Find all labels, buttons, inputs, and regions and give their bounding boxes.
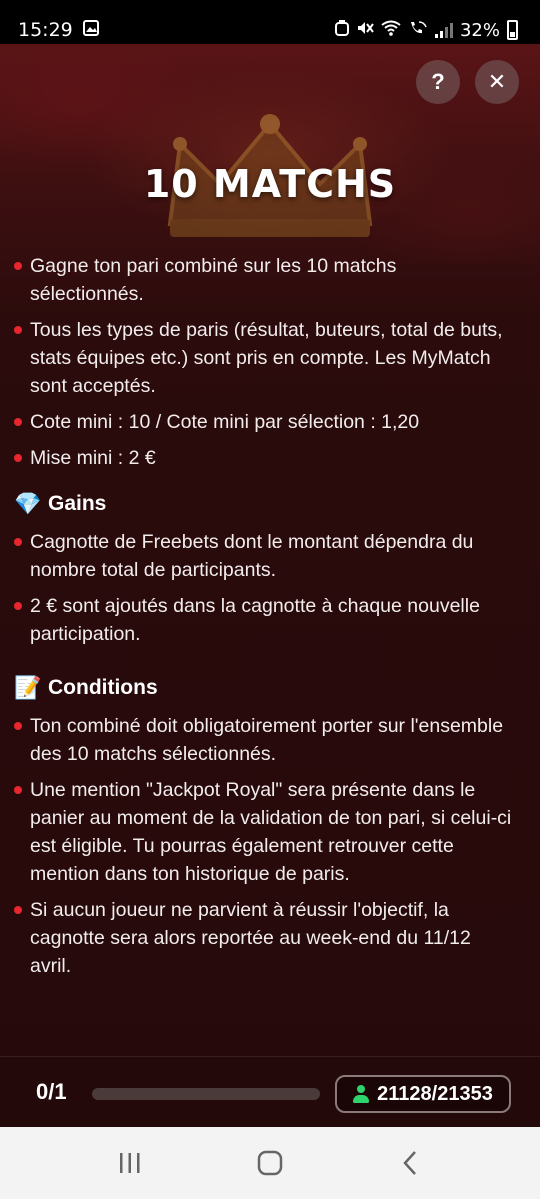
bullet-dot [14,786,22,794]
diamond-icon: 💎 [14,491,42,516]
alarm-icon [334,20,349,40]
battery-percent: 32% [459,19,500,41]
bullet-dot [14,538,22,546]
image-icon [82,20,99,40]
status-right: 32% [334,19,518,41]
rule-text: Gagne ton pari combiné sur les 10 matchs… [30,255,397,305]
gains-heading-label: Gains [48,492,107,515]
rules-list: Gagne ton pari combiné sur les 10 matchs… [14,252,514,472]
participants-count: 21128/21353 [377,1082,493,1105]
battery-icon [507,20,518,40]
silent-icon [356,20,374,40]
home-icon [257,1150,283,1176]
list-item: 2 € sont ajoutés dans la cagnotte à chaq… [14,592,514,648]
bullet-dot [14,602,22,610]
gains-text: Cagnotte de Freebets dont le montant dép… [30,531,474,581]
list-item: Cote mini : 10 / Cote mini par sélection… [14,408,514,436]
bullet-dot [14,906,22,914]
back-button[interactable] [386,1139,434,1187]
list-item: Ton combiné doit obligatoirement porter … [14,712,514,768]
close-button[interactable]: ✕ [475,60,519,104]
close-icon: ✕ [487,69,507,94]
bullet-dot [14,454,22,462]
bullet-dot [14,418,22,426]
condition-text: Une mention "Jackpot Royal" sera présent… [30,779,512,885]
list-item: Une mention "Jackpot Royal" sera présent… [14,776,514,888]
home-button[interactable] [246,1139,294,1187]
progress-footer: 0/1 21128/21353 [0,1056,540,1128]
page-title: 10 MATCHS [143,162,397,206]
recents-button[interactable] [106,1139,154,1187]
condition-text: Si aucun joueur ne parvient à réussir l'… [30,899,471,977]
help-button[interactable]: ? [416,60,460,104]
conditions-heading: 📝 Conditions [14,674,514,702]
memo-icon: 📝 [14,675,42,700]
system-nav-bar [0,1127,540,1199]
rules-content: Gagne ton pari combiné sur les 10 matchs… [14,252,514,988]
status-time: 15:29 [18,19,73,41]
jackpot-rules-page: ? ✕ 10 MATCHS Gagne ton pari combiné sur… [0,44,540,1127]
conditions-heading-label: Conditions [48,676,158,699]
gains-list: Cagnotte de Freebets dont le montant dép… [14,528,514,648]
participants-badge[interactable]: 21128/21353 [335,1075,511,1113]
signal-icon [434,22,453,38]
wifi-icon [381,20,401,40]
list-item: Gagne ton pari combiné sur les 10 matchs… [14,252,514,308]
gains-text: 2 € sont ajoutés dans la cagnotte à chaq… [30,595,480,645]
wifi-call-icon [408,20,428,40]
progress-count: 0/1 [36,1079,67,1104]
list-item: Cagnotte de Freebets dont le montant dép… [14,528,514,584]
condition-text: Ton combiné doit obligatoirement porter … [30,715,504,765]
bullet-dot [14,722,22,730]
help-icon: ? [431,69,445,94]
rule-text: Tous les types de paris (résultat, buteu… [30,319,503,397]
bullet-dot [14,262,22,270]
rule-text: Mise mini : 2 € [30,447,156,469]
rule-text: Cote mini : 10 / Cote mini par sélection… [30,411,420,433]
back-icon [403,1151,416,1175]
status-left: 15:29 [18,19,99,41]
gains-heading: 💎 Gains [14,490,514,518]
recents-icon [120,1153,140,1173]
list-item: Mise mini : 2 € [14,444,514,472]
list-item: Tous les types de paris (résultat, buteu… [14,316,514,400]
user-icon [353,1085,370,1103]
bullet-dot [14,326,22,334]
progress-bar [92,1088,320,1100]
list-item: Si aucun joueur ne parvient à réussir l'… [14,896,514,980]
conditions-list: Ton combiné doit obligatoirement porter … [14,712,514,980]
